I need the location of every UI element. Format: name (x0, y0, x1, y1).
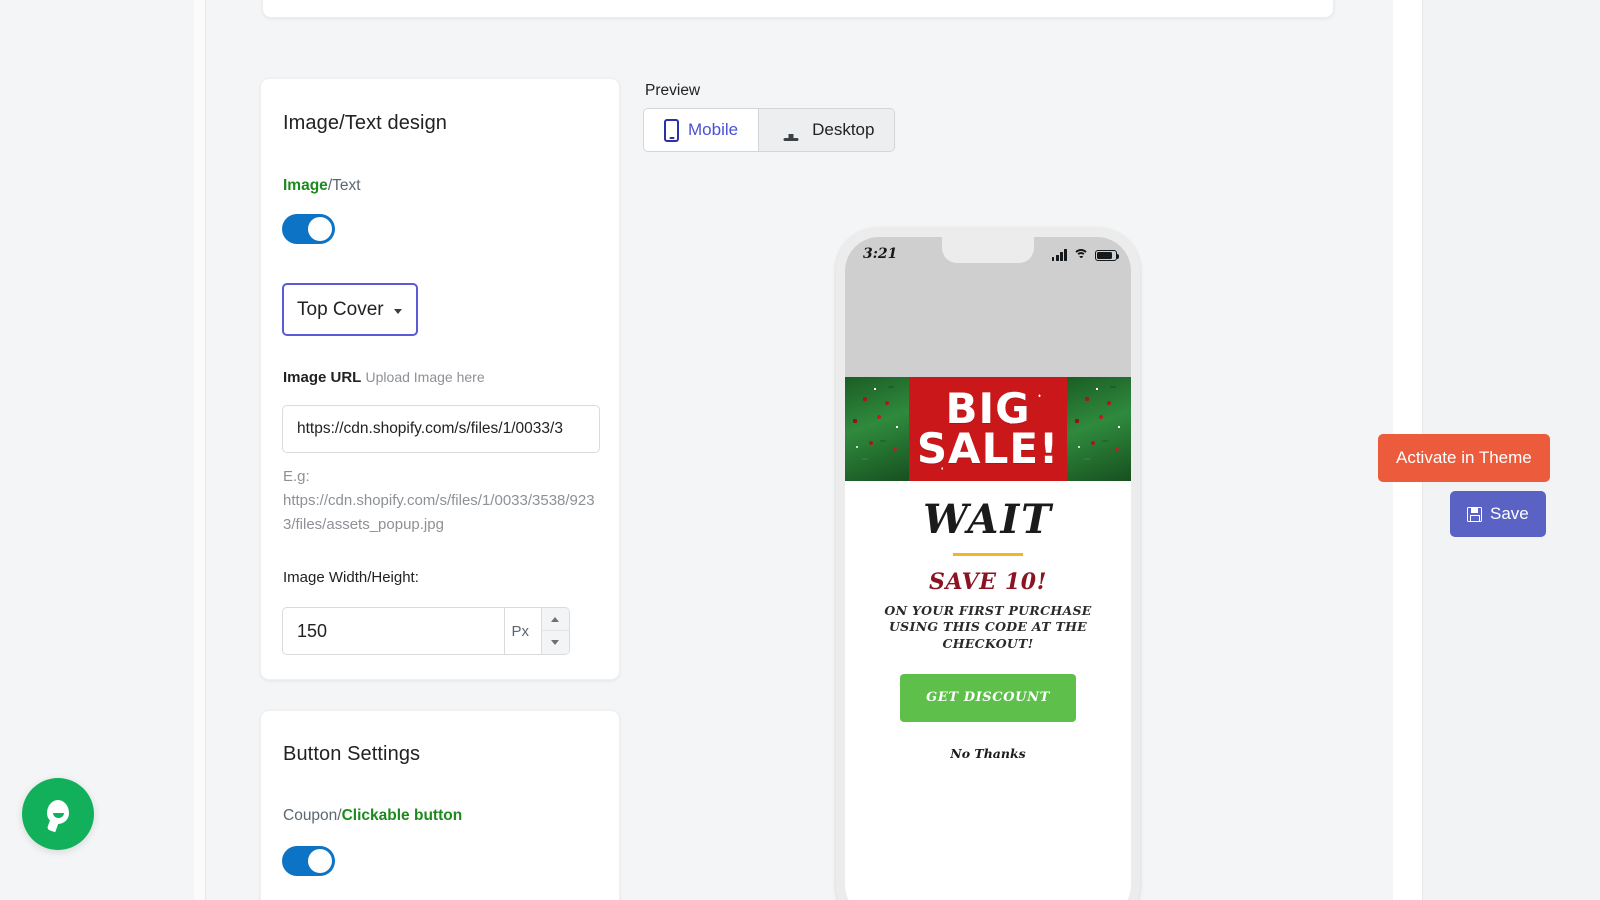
mobile-phone-icon (664, 118, 679, 142)
popup-subtext: ON YOUR FIRST PURCHASE USING THIS CODE A… (884, 602, 1092, 651)
chat-bubble-icon (44, 800, 72, 833)
image-url-label: Image URL Upload Image here (283, 369, 485, 386)
chat-widget-button[interactable] (22, 778, 94, 850)
caret-down-icon (551, 640, 560, 645)
coupon-clickable-toggle-switch[interactable] (282, 846, 335, 876)
tab-desktop-preview[interactable]: Desktop (759, 109, 895, 151)
popup-headline: WAIT (923, 496, 1053, 543)
page-left-gutter (0, 0, 193, 900)
image-position-select[interactable]: Top Cover (282, 283, 418, 336)
popup-body: WAIT SAVE 10! ON YOUR FIRST PURCHASE USI… (845, 481, 1131, 762)
save-button[interactable]: Save (1450, 491, 1546, 537)
status-bar-time: 3:21 (863, 246, 898, 262)
stepper-decrement-button[interactable] (540, 631, 569, 654)
stepper-increment-button[interactable] (540, 608, 569, 631)
toggle-knob (308, 849, 332, 873)
button-settings-title: Button Settings (283, 743, 421, 765)
image-size-field: Px (282, 607, 570, 655)
image-size-stepper (540, 608, 569, 654)
hero-text-line-2: SALE! (916, 424, 1060, 473)
button-settings-card: Button Settings Coupon/Clickable button (260, 710, 620, 900)
coupon-clickable-toggle-label: Coupon/Clickable button (283, 807, 462, 825)
popup-cta-button[interactable]: GET DISCOUNT (900, 674, 1076, 723)
popup-dismiss-link[interactable]: No Thanks (865, 746, 1111, 761)
left-divider (205, 0, 206, 900)
save-button-label: Save (1490, 504, 1529, 523)
desktop-monitor-icon (779, 120, 803, 141)
image-url-label-strong: Image URL (283, 369, 362, 386)
phone-mockup: 3:21 BIG SALE! WAIT SAVE 10! ON YOUR FIR… (836, 228, 1140, 900)
popup-hero-image: BIG SALE! (845, 377, 1131, 481)
previous-settings-card (262, 0, 1334, 18)
activate-in-theme-button[interactable]: Activate in Theme (1378, 434, 1550, 482)
text-label: Text (332, 177, 361, 194)
image-text-toggle-label: Image/Text (283, 177, 361, 195)
image-text-design-title: Image/Text design (283, 112, 448, 134)
tab-desktop-label: Desktop (812, 120, 875, 139)
popup-offer-text: SAVE 10! (929, 568, 1047, 595)
cellular-bars-icon (1051, 249, 1067, 261)
popup-preview: BIG SALE! WAIT SAVE 10! ON YOUR FIRST PU… (845, 377, 1131, 900)
tab-mobile-preview[interactable]: Mobile (644, 109, 759, 151)
phone-notch (942, 237, 1034, 263)
preview-label: Preview (645, 82, 701, 99)
image-size-unit: Px (504, 608, 540, 654)
image-url-label-hint: Upload Image here (365, 369, 485, 385)
caret-up-icon (551, 616, 560, 622)
floppy-disk-icon (1467, 506, 1482, 522)
image-url-example: E.g: https://cdn.shopify.com/s/files/1/0… (283, 465, 603, 537)
page-left-inner-gutter (194, 0, 205, 900)
tab-mobile-label: Mobile (688, 120, 739, 139)
status-bar-indicators (1051, 246, 1120, 261)
image-url-input[interactable] (282, 405, 600, 453)
image-position-value: Top Cover (297, 299, 384, 320)
hero-text-line-1: BIG (945, 384, 1031, 433)
clickable-button-label: Clickable button (341, 807, 463, 824)
image-text-toggle-switch[interactable] (282, 214, 335, 244)
toggle-knob (308, 217, 332, 241)
image-label: Image (283, 177, 328, 194)
app-root: Image/Text design Image/Text Top Cover I… (0, 0, 1600, 900)
phone-screen: 3:21 BIG SALE! WAIT SAVE 10! ON YOUR FIR… (845, 237, 1131, 900)
battery-full-icon (1095, 250, 1120, 261)
hero-sale-text: BIG SALE! (845, 384, 1131, 473)
image-size-label: Image Width/Height: (283, 569, 419, 586)
popup-divider-rule (953, 553, 1023, 556)
coupon-label: Coupon (283, 807, 338, 824)
image-url-example-url: https://cdn.shopify.com/s/files/1/0033/3… (283, 492, 595, 533)
image-text-design-card: Image/Text design Image/Text Top Cover I… (260, 78, 620, 680)
preview-device-tabs: Mobile Desktop (643, 108, 896, 152)
wifi-icon (1073, 249, 1089, 261)
chevron-down-icon (394, 309, 402, 314)
image-url-example-prefix: E.g: (283, 468, 310, 485)
image-size-input[interactable] (283, 608, 505, 654)
